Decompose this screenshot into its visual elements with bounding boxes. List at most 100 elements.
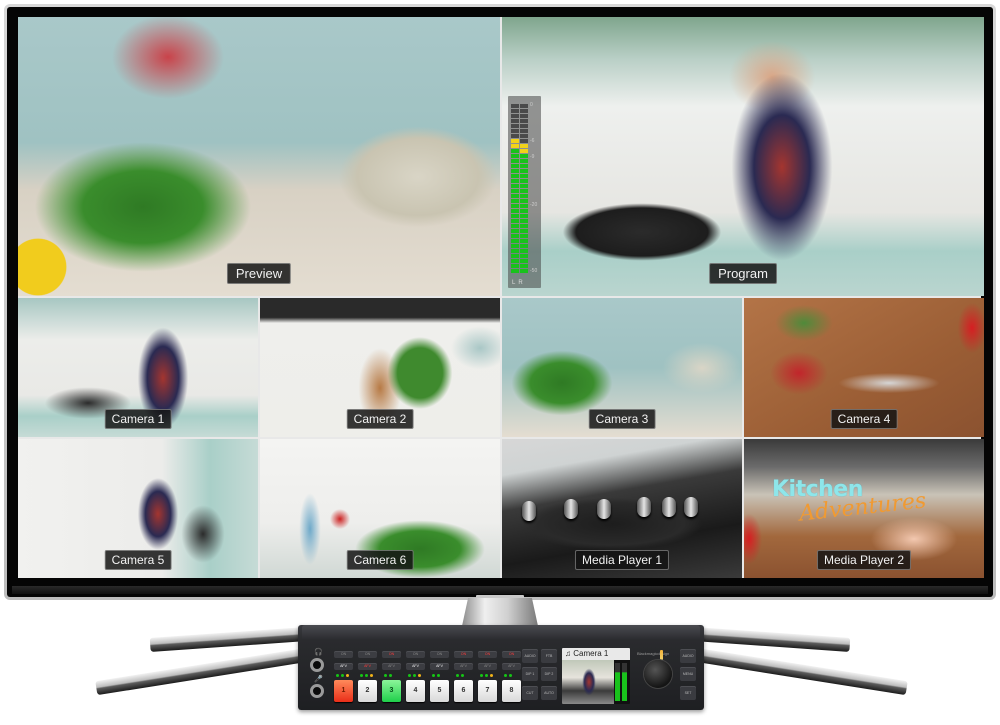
meter-segment <box>520 254 528 258</box>
status-leds-5 <box>430 674 449 677</box>
program-tile[interactable]: 0 -6 -9 -20 -50 LR Program <box>502 17 984 296</box>
on-button-1[interactable]: ON <box>334 651 353 658</box>
meter-segment <box>511 109 519 113</box>
on-button-7[interactable]: ON <box>478 651 497 658</box>
jog-knob[interactable] <box>644 660 672 688</box>
meter-segment <box>511 254 519 258</box>
status-led <box>346 674 349 677</box>
afv-button-2[interactable]: AFV <box>358 663 377 670</box>
set-button[interactable]: SET <box>680 686 696 700</box>
meter-segment <box>520 244 528 248</box>
source-label: Camera 4 <box>830 409 898 429</box>
preview-tile[interactable]: Preview <box>18 17 500 296</box>
source-tile-camera-2[interactable]: Camera 2 <box>260 298 500 437</box>
source-button-6[interactable]: 6 <box>454 680 473 702</box>
audio-button[interactable]: AUDIO <box>680 649 696 663</box>
meter-segment <box>511 159 519 163</box>
dip-1-button[interactable]: DIP 1 <box>522 667 538 681</box>
microphone-icon: 🎤 <box>314 676 323 683</box>
source-tile-camera-4[interactable]: Camera 4 <box>744 298 984 437</box>
on-button-8[interactable]: ON <box>502 651 521 658</box>
meter-segment <box>511 204 519 208</box>
on-button-2[interactable]: ON <box>358 651 377 658</box>
monitor-stand-leg <box>679 626 851 652</box>
preview-label: Preview <box>226 263 292 284</box>
status-led <box>418 674 421 677</box>
source-tile-camera-1[interactable]: Camera 1 <box>18 298 258 437</box>
meter-segment <box>520 219 528 223</box>
afv-button-5[interactable]: AFV <box>430 663 449 670</box>
meter-segment <box>511 184 519 188</box>
meter-tick: -50 <box>530 268 538 274</box>
stove-knob <box>637 497 651 517</box>
afv-button-7[interactable]: AFV <box>478 663 497 670</box>
stove-knob <box>597 499 611 519</box>
meter-segment <box>520 259 528 263</box>
on-button-3[interactable]: ON <box>382 651 401 658</box>
meter-segment <box>520 179 528 183</box>
source-button-2[interactable]: 2 <box>358 680 377 702</box>
monitor-chin <box>12 586 988 594</box>
monitor-stand-neck <box>462 598 538 626</box>
lcd-meter-right <box>622 663 627 701</box>
meter-segment <box>520 104 528 108</box>
status-led <box>389 674 392 677</box>
status-leds-4 <box>406 674 425 677</box>
preview-video <box>18 17 500 296</box>
audio-mix-button[interactable]: AUDIO MIX <box>522 649 538 672</box>
meter-segment <box>520 124 528 128</box>
status-led <box>432 674 435 677</box>
meter-segment <box>520 189 528 193</box>
meter-segment <box>520 229 528 233</box>
source-tile-media-player-1[interactable]: Media Player 1 <box>502 439 742 578</box>
on-button-6[interactable]: ON <box>454 651 473 658</box>
meter-segment <box>520 159 528 163</box>
status-led <box>485 674 488 677</box>
monitor-stand-leg <box>95 646 315 696</box>
on-button-4[interactable]: ON <box>406 651 425 658</box>
source-button-7[interactable]: 7 <box>478 680 497 702</box>
headphone-icon: 🎧 <box>314 649 323 656</box>
source-button-1[interactable]: 1 <box>334 680 353 702</box>
meter-segment <box>511 119 519 123</box>
meter-segment <box>511 194 519 198</box>
ftb-button[interactable]: FTB <box>541 649 557 663</box>
source-button-4[interactable]: 4 <box>406 680 425 702</box>
music-note-icon: ♫ <box>565 649 571 658</box>
cut-button[interactable]: CUT <box>522 686 538 700</box>
afv-button-8[interactable]: AFV <box>502 663 521 670</box>
afv-button-3[interactable]: AFV <box>382 663 401 670</box>
source-label: Media Player 2 <box>816 550 912 570</box>
status-leds-1 <box>334 674 353 677</box>
source-button-5[interactable]: 5 <box>430 680 449 702</box>
on-button-5[interactable]: ON <box>430 651 449 658</box>
brand-logo: Blackmagicdesign <box>637 651 670 656</box>
source-tile-camera-6[interactable]: Camera 6 <box>260 439 500 578</box>
dip-2-button[interactable]: DIP 2 <box>541 667 557 681</box>
meter-segment <box>520 264 528 268</box>
menu-button[interactable]: MENU <box>680 667 696 681</box>
afv-button-1[interactable]: AFV <box>334 663 353 670</box>
afv-button-6[interactable]: AFV <box>454 663 473 670</box>
headphone-jack[interactable] <box>310 658 324 672</box>
source-label: Camera 1 <box>104 409 172 429</box>
lcd-screen: ♫ Camera 1 <box>562 648 630 704</box>
meter-segment <box>520 209 528 213</box>
source-button-3[interactable]: 3 <box>382 680 401 702</box>
source-tile-camera-5[interactable]: Camera 5 <box>18 439 258 578</box>
status-led <box>341 674 344 677</box>
source-tile-camera-3[interactable]: Camera 3 <box>502 298 742 437</box>
source-button-8[interactable]: 8 <box>502 680 521 702</box>
source-tile-media-player-2[interactable]: Kitchen Adventures Media Player 2 <box>744 439 984 578</box>
auto-button[interactable]: AUTO <box>541 686 557 700</box>
source-label: Media Player 1 <box>574 550 670 570</box>
microphone-jack[interactable] <box>310 684 324 698</box>
afv-button-4[interactable]: AFV <box>406 663 425 670</box>
meter-segment <box>511 224 519 228</box>
multiview-grid: Preview 0 -6 -9 -20 -50 LR Program Camer… <box>18 17 984 578</box>
meter-segment <box>511 149 519 153</box>
meter-segment <box>520 154 528 158</box>
lcd-meter-left <box>615 663 620 701</box>
status-led <box>384 674 387 677</box>
meter-tick: -20 <box>530 202 538 208</box>
